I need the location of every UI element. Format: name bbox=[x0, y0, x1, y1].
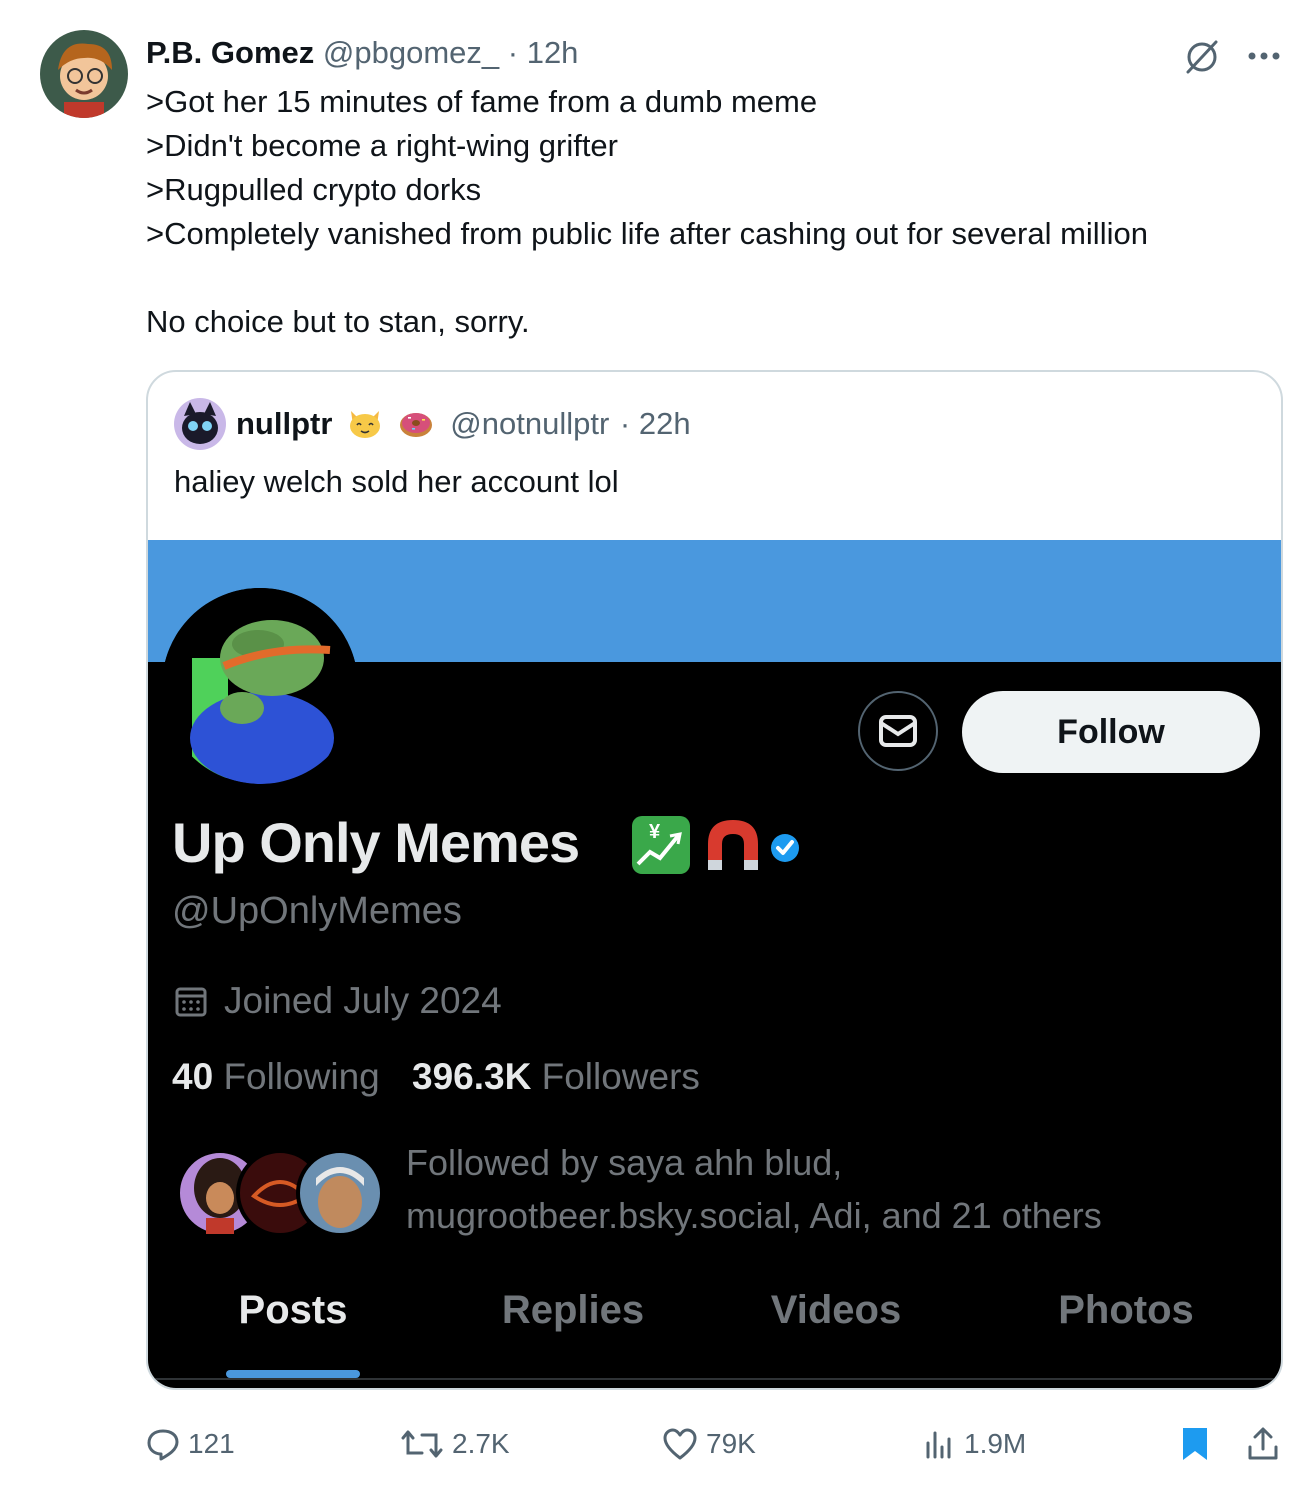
like-count: 79K bbox=[706, 1427, 756, 1459]
profile-display-name: Up Only Memes bbox=[172, 811, 580, 874]
tweet-line: >Didn't become a right-wing grifter bbox=[146, 128, 618, 163]
profile-handle: @UpOnlyMemes bbox=[172, 890, 462, 932]
heart-icon bbox=[663, 1428, 697, 1460]
reply-button[interactable]: 121 bbox=[146, 1420, 235, 1464]
quote-author-avatar bbox=[174, 398, 226, 450]
following-link[interactable]: 40 Following bbox=[172, 1056, 380, 1097]
bookmark-icon bbox=[1183, 1427, 1207, 1460]
followed-by-text[interactable]: Followed by saya ahh blud, mugrootbeer.b… bbox=[406, 1136, 1266, 1242]
magnet-icon bbox=[708, 820, 758, 870]
tweet-text: >Got her 15 minutes of fame from a dumb … bbox=[146, 80, 1276, 344]
tab-videos[interactable]: Videos bbox=[726, 1270, 946, 1350]
share-button[interactable] bbox=[1246, 1420, 1280, 1464]
followed-by-line: Followed by saya ahh blud, bbox=[406, 1142, 843, 1183]
mutual-avatar bbox=[296, 1149, 384, 1237]
profile-tabs: Posts Replies Videos Photos bbox=[148, 1270, 1281, 1380]
reply-icon bbox=[147, 1429, 179, 1461]
active-tab-indicator bbox=[226, 1370, 360, 1378]
more-options-icon[interactable] bbox=[1242, 36, 1286, 76]
tweet-closing-line: No choice but to stan, sorry. bbox=[146, 304, 530, 339]
followed-by-line: mugrootbeer.bsky.social, Adi, and 21 oth… bbox=[406, 1195, 1102, 1236]
tab-posts[interactable]: Posts bbox=[188, 1270, 398, 1350]
cat-face-icon bbox=[347, 407, 383, 439]
mutual-follower-avatars bbox=[176, 1149, 384, 1237]
tab-photos[interactable]: Photos bbox=[1006, 1270, 1246, 1350]
quote-author-line: nullptr @notnullptr · 22h bbox=[236, 404, 691, 444]
following-count: 40 bbox=[172, 1056, 214, 1097]
tweet-line: >Completely vanished from public life af… bbox=[146, 216, 1148, 251]
bookmark-button[interactable] bbox=[1178, 1420, 1212, 1464]
following-label: Following bbox=[223, 1056, 380, 1097]
tab-replies[interactable]: Replies bbox=[458, 1270, 688, 1350]
repost-button[interactable]: 2.7K bbox=[400, 1420, 510, 1464]
message-button[interactable] bbox=[858, 691, 938, 771]
embedded-profile-screenshot[interactable]: Follow Up Only Memes ¥ @UpOnlyMemes Join… bbox=[148, 540, 1281, 1388]
followers-link[interactable]: 396.3K Followers bbox=[412, 1056, 700, 1097]
quote-text: haliey welch sold her account lol bbox=[174, 464, 619, 499]
name-badges: ¥ bbox=[632, 816, 799, 874]
tweet-line: >Got her 15 minutes of fame from a dumb … bbox=[146, 84, 818, 119]
grok-icon[interactable] bbox=[1182, 36, 1222, 76]
author-avatar[interactable] bbox=[40, 30, 128, 118]
svg-text:¥: ¥ bbox=[649, 821, 661, 843]
chart-increasing-yen-icon: ¥ bbox=[632, 816, 690, 874]
quote-author-name[interactable]: nullptr bbox=[236, 406, 332, 441]
tweet-line: >Rugpulled crypto dorks bbox=[146, 172, 482, 207]
repost-count: 2.7K bbox=[452, 1427, 510, 1459]
post-time[interactable]: · 12h bbox=[508, 35, 579, 70]
views-icon bbox=[926, 1431, 951, 1459]
author-handle[interactable]: @pbgomez_ bbox=[323, 35, 499, 70]
quoted-tweet-card[interactable]: nullptr @notnullptr · 22h haliey welch s… bbox=[146, 370, 1283, 1390]
follow-button[interactable]: Follow bbox=[962, 691, 1260, 773]
views-button[interactable]: 1.9M bbox=[922, 1420, 1026, 1464]
author-line: P.B. Gomez @pbgomez_ · 12h bbox=[146, 34, 578, 72]
repost-icon bbox=[401, 1430, 443, 1458]
views-count: 1.9M bbox=[964, 1427, 1027, 1459]
reply-count: 121 bbox=[188, 1427, 235, 1459]
quote-post-time[interactable]: · 22h bbox=[620, 406, 691, 441]
follow-stats: 40 Following 396.3K Followers bbox=[172, 1052, 700, 1102]
profile-picture bbox=[162, 588, 358, 784]
calendar-icon bbox=[175, 987, 207, 1017]
quote-author-handle[interactable]: @notnullptr bbox=[450, 406, 609, 441]
followers-count: 396.3K bbox=[412, 1056, 532, 1097]
share-icon bbox=[1248, 1427, 1278, 1460]
author-name[interactable]: P.B. Gomez bbox=[146, 35, 314, 70]
like-button[interactable]: 79K bbox=[662, 1420, 756, 1464]
followers-label: Followers bbox=[541, 1056, 700, 1097]
joined-text: Joined July 2024 bbox=[224, 980, 502, 1021]
donut-icon bbox=[398, 407, 434, 439]
verified-badge-icon bbox=[771, 834, 799, 862]
tabs-divider bbox=[148, 1378, 1281, 1380]
